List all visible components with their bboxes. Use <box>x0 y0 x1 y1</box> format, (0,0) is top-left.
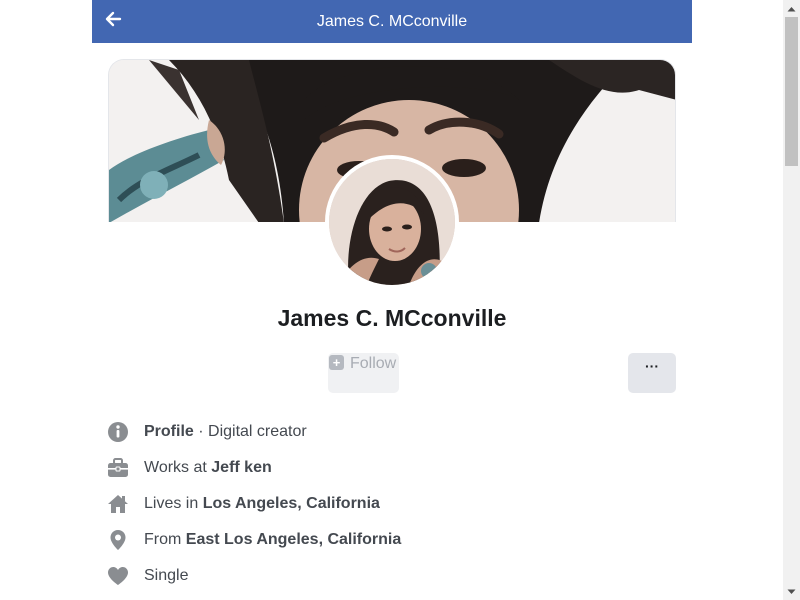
hometown[interactable]: East Los Angeles, California <box>186 531 401 548</box>
scroll-down-arrow[interactable] <box>783 583 800 600</box>
relationship-status: Single <box>144 567 189 584</box>
top-bar: James C. MCconville <box>92 0 692 43</box>
profile-label: Profile <box>144 423 194 440</box>
avatar[interactable] <box>325 155 459 289</box>
work-employer[interactable]: Jeff ken <box>211 459 271 476</box>
info-row-from: From East Los Angeles, California <box>106 522 686 558</box>
from-prefix: From <box>144 531 186 548</box>
scroll-up-arrow[interactable] <box>783 0 800 17</box>
profile-photo <box>329 159 455 285</box>
more-dots-icon: ··· <box>645 358 659 374</box>
work-prefix: Works at <box>144 459 212 476</box>
profile-separator: · <box>193 423 209 440</box>
follow-label: Follow <box>350 355 397 372</box>
follow-button[interactable]: + Follow <box>328 353 399 393</box>
lives-prefix: Lives in <box>144 495 203 512</box>
location-pin-icon <box>106 528 130 552</box>
info-row-lives: Lives in Los Angeles, California <box>106 486 686 522</box>
info-row-work: Works at Jeff ken <box>106 450 686 486</box>
home-icon <box>106 492 130 516</box>
profile-page: James C. MCconville James C. MCconville … <box>0 0 800 600</box>
profile-name: James C. MCconville <box>277 305 507 331</box>
info-row-profile: Profile · Digital creator <box>106 414 686 450</box>
briefcase-icon <box>106 456 130 480</box>
info-row-relationship: Single <box>106 558 686 594</box>
current-city[interactable]: Los Angeles, California <box>203 495 380 512</box>
plus-square-icon: + <box>329 355 344 370</box>
heart-icon <box>106 564 130 588</box>
scroll-thumb[interactable] <box>785 17 798 166</box>
vertical-scrollbar[interactable] <box>783 0 800 600</box>
more-options-button[interactable]: ··· <box>628 353 676 393</box>
info-circle-icon <box>106 420 130 444</box>
profile-category: Digital creator <box>208 423 307 440</box>
intro-info-list: Profile · Digital creator Works at Jeff … <box>106 414 686 594</box>
page-title: James C. MCconville <box>316 13 468 30</box>
